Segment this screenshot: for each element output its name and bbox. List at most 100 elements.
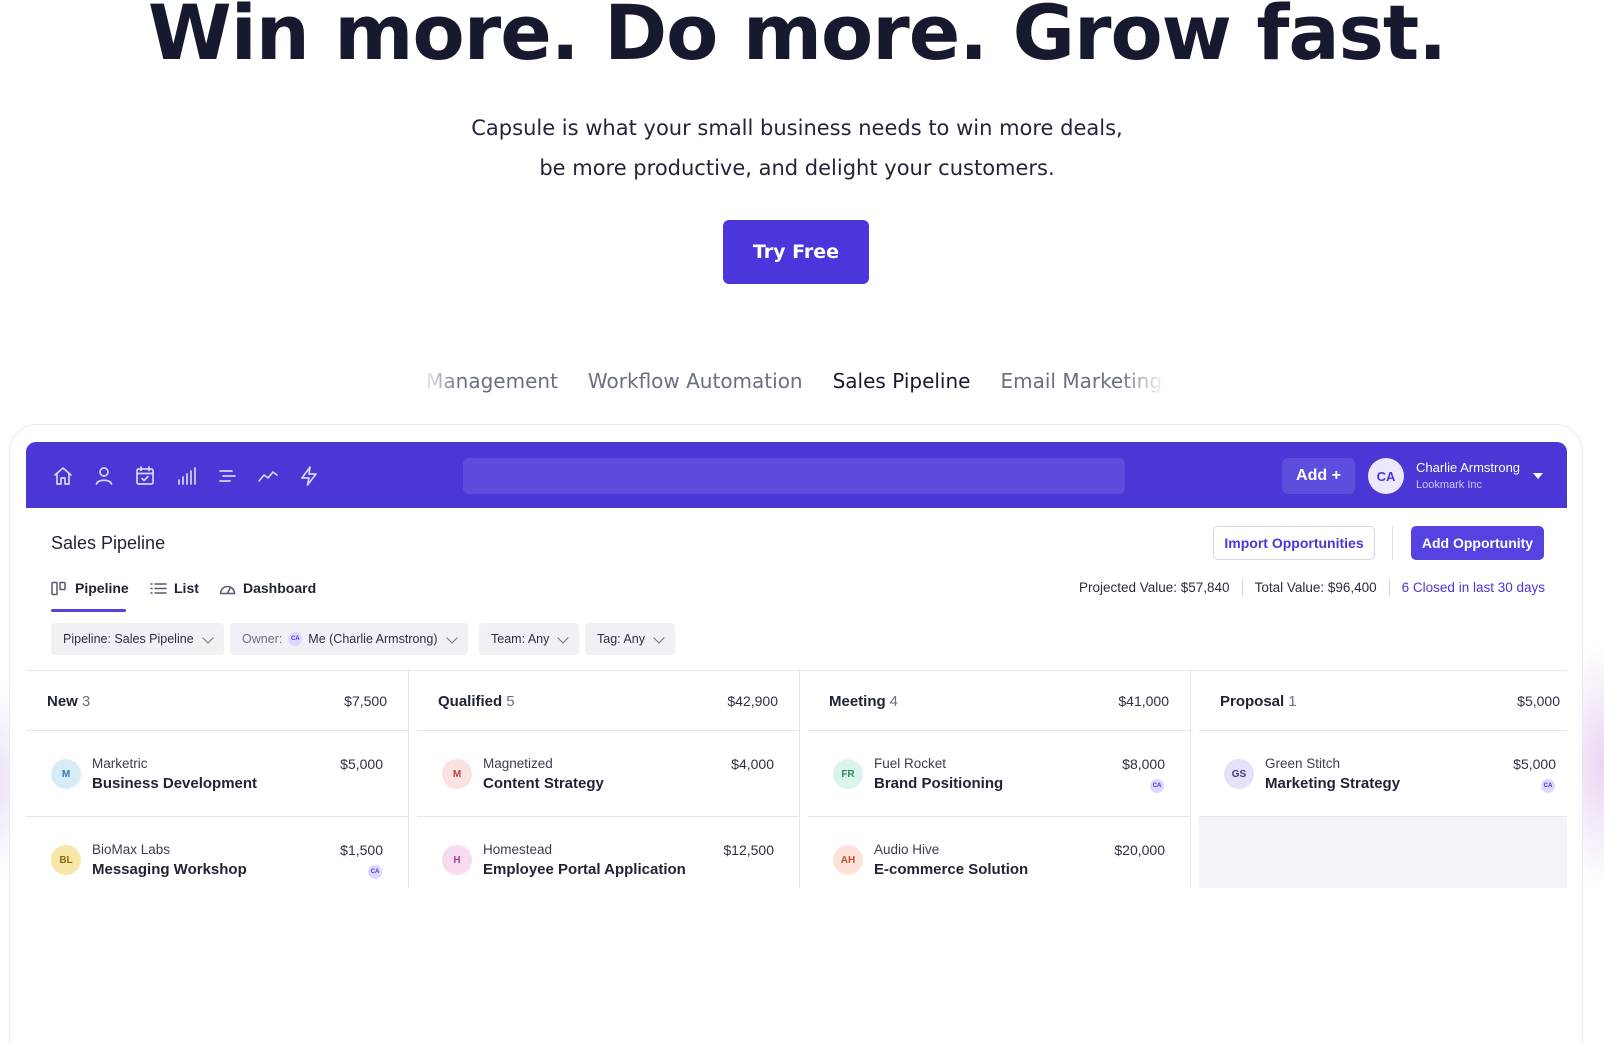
opportunity-card[interactable]: BL BioMax Labs Messaging Workshop $1,500… (26, 817, 408, 888)
opportunity-amount: $8,000 (1122, 756, 1165, 772)
column-title-label: Proposal (1220, 693, 1285, 710)
owner-avatar: CA (368, 865, 382, 879)
pipeline-stats: Projected Value: $57,840 Total Value: $9… (1079, 576, 1545, 598)
company-name: BioMax Labs (92, 842, 171, 857)
total-value: Total Value: $96,400 (1254, 579, 1377, 595)
hero-title: Win more. Do more. Grow fast. (147, 0, 1447, 77)
feature-tabs: Contact Management Workflow Automation Sal… (420, 364, 1165, 398)
home-icon[interactable] (51, 464, 75, 488)
try-free-button[interactable]: Try Free (723, 220, 869, 284)
list-icon[interactable] (215, 464, 239, 488)
gauge-icon (219, 585, 236, 594)
company-avatar: GS (1224, 759, 1254, 789)
opportunity-card[interactable]: H Homestead Employee Portal Application … (417, 817, 799, 888)
opportunity-amount: $20,000 (1114, 842, 1165, 858)
opportunity-name[interactable]: Employee Portal Application (483, 861, 686, 878)
app-topbar: Add + CA Charlie Armstrong Lookmark Inc (26, 442, 1567, 508)
feature-tab[interactable]: Workflow Automation (588, 364, 803, 398)
divider (1241, 578, 1243, 596)
app-preview: Add + CA Charlie Armstrong Lookmark Inc … (26, 442, 1567, 888)
opportunity-name[interactable]: Brand Positioning (874, 775, 1003, 792)
company-avatar: BL (51, 845, 81, 875)
opportunity-card[interactable]: FR Fuel Rocket Brand Positioning $8,000 … (808, 731, 1190, 817)
hero-subtitle-line-1: Capsule is what your small business need… (471, 116, 1123, 140)
feature-tab[interactable]: Sales Pipeline (833, 364, 971, 398)
list-icon (150, 582, 167, 594)
search-input[interactable] (463, 458, 1125, 494)
tab-dashboard[interactable]: Dashboard (219, 576, 316, 600)
column-title-label: New (47, 693, 78, 710)
opportunity-name[interactable]: E-commerce Solution (874, 861, 1028, 878)
column-header: New 3 $7,500 (26, 671, 408, 731)
chevron-down-icon (557, 631, 570, 644)
chevron-down-icon (653, 631, 665, 644)
opportunity-name[interactable]: Marketing Strategy (1265, 775, 1400, 792)
company-name: Green Stitch (1265, 756, 1341, 771)
company-avatar: FR (833, 759, 863, 789)
opportunity-card[interactable]: AH Audio Hive E-commerce Solution $20,00… (808, 817, 1190, 888)
pipeline-column: Meeting 4 $41,000 FR Fuel Rocket Brand Po… (808, 671, 1191, 888)
column-count: 4 (889, 693, 899, 710)
trend-line-icon[interactable] (256, 464, 280, 488)
column-title: New 3 (47, 693, 90, 710)
pipeline-filter-label: Pipeline: Sales Pipeline (63, 632, 194, 646)
feature-tab[interactable]: Email Marketing (1000, 364, 1162, 398)
user-avatar[interactable]: CA (1368, 458, 1404, 494)
company-name: Fuel Rocket (874, 756, 947, 771)
owner-avatar: CA (1150, 779, 1164, 793)
add-button[interactable]: Add + (1282, 458, 1355, 494)
tab-list[interactable]: List (150, 576, 199, 600)
column-title-label: Meeting (829, 693, 886, 710)
company-avatar: AH (833, 845, 863, 875)
column-total: $7,500 (344, 693, 387, 709)
tag-filter[interactable]: Tag: Any (585, 623, 675, 655)
user-menu-chevron-down-icon[interactable] (1533, 473, 1543, 479)
owner-filter-label: Owner: (242, 632, 283, 646)
opportunity-amount: $5,000 (1513, 756, 1556, 772)
user-organization: Lookmark Inc (1416, 479, 1483, 491)
column-header: Qualified 5 $42,900 (417, 671, 799, 731)
company-avatar: H (442, 845, 472, 875)
team-filter-label: Team: Any (491, 632, 550, 646)
column-total: $41,000 (1118, 693, 1169, 709)
company-name: Marketric (92, 756, 148, 771)
pipeline-board: New 3 $7,500 M Marketric Business Develop… (26, 670, 1567, 888)
pipeline-filter[interactable]: Pipeline: Sales Pipeline (51, 623, 224, 655)
lightning-icon[interactable] (297, 464, 321, 488)
calendar-icon[interactable] (133, 464, 157, 488)
bar-chart-icon[interactable] (174, 464, 198, 488)
pipeline-column: New 3 $7,500 M Marketric Business Develop… (26, 671, 409, 888)
import-opportunities-button[interactable]: Import Opportunities (1213, 526, 1375, 560)
chevron-down-icon (445, 631, 458, 644)
owner-filter-value: Me (Charlie Armstrong) (308, 632, 438, 646)
opportunity-card[interactable]: GS Green Stitch Marketing Strategy $5,00… (1199, 731, 1567, 817)
column-total: $5,000 (1517, 693, 1560, 709)
tab-pipeline[interactable]: Pipeline (51, 576, 129, 600)
divider (1392, 526, 1393, 560)
person-icon[interactable] (92, 464, 116, 488)
closed-deals-link[interactable]: 6 Closed in last 30 days (1402, 580, 1545, 595)
pipeline-column: Qualified 5 $42,900 M Magnetized Content … (417, 671, 800, 888)
column-count: 5 (506, 693, 515, 710)
owner-filter[interactable]: Owner: CA Me (Charlie Armstrong) (230, 623, 468, 655)
active-tab-indicator (51, 609, 126, 612)
feature-tab[interactable]: Contact Management (420, 364, 558, 398)
opportunity-name[interactable]: Content Strategy (483, 775, 604, 792)
company-name: Audio Hive (874, 842, 940, 857)
chevron-down-icon (201, 631, 214, 644)
column-total: $42,900 (727, 693, 778, 709)
opportunity-name[interactable]: Business Development (92, 775, 257, 792)
crm-app: Add + CA Charlie Armstrong Lookmark Inc … (26, 442, 1567, 888)
team-filter[interactable]: Team: Any (479, 623, 580, 655)
page-title: Sales Pipeline (51, 533, 166, 553)
opportunity-card[interactable]: M Marketric Business Development $5,000 (26, 731, 408, 817)
user-name[interactable]: Charlie Armstrong (1416, 460, 1520, 475)
opportunity-name[interactable]: Messaging Workshop (92, 861, 247, 878)
column-title: Qualified 5 (438, 693, 515, 710)
opportunity-amount: $4,000 (731, 756, 774, 772)
add-opportunity-button[interactable]: Add Opportunity (1411, 526, 1544, 560)
feature-tabs-track: Contact Management Workflow Automation Sal… (420, 364, 1165, 398)
opportunity-card[interactable]: M Magnetized Content Strategy $4,000 (417, 731, 799, 817)
pipeline-column: Proposal 1 $5,000 GS Green Stitch Marketi… (1199, 671, 1567, 888)
company-avatar: M (51, 759, 81, 789)
